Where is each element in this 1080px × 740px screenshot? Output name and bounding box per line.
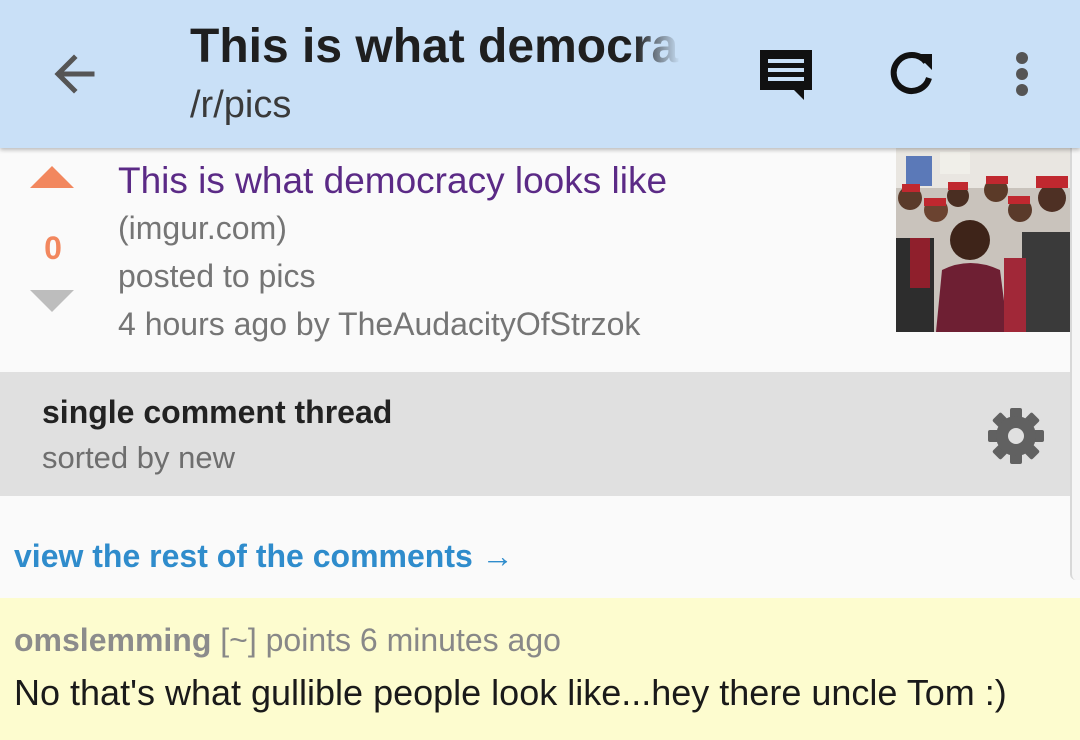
thumbnail-image	[896, 148, 1072, 332]
post-title[interactable]: This is what democracy looks like	[118, 158, 878, 204]
view-rest-comments-link[interactable]: view the rest of the comments →	[14, 538, 514, 575]
scrollbar[interactable]	[1070, 130, 1080, 580]
upvote-icon[interactable]	[30, 166, 74, 188]
thread-sort: sorted by new	[42, 440, 235, 475]
downvote-icon[interactable]	[30, 290, 74, 312]
refresh-icon	[890, 51, 932, 94]
post-meta: 4 hours ago by TheAudacityOfStrzok	[118, 306, 641, 342]
post-score: 0	[44, 230, 62, 266]
thread-settings-button[interactable]	[984, 404, 1048, 468]
gear-icon	[988, 408, 1044, 464]
comments-button[interactable]	[756, 44, 816, 104]
back-arrow-icon	[54, 54, 95, 94]
back-button[interactable]	[44, 44, 104, 104]
page-title: This is what democracy looks like	[190, 20, 680, 73]
post-row: 0 This is what democracy looks like (img…	[0, 148, 1080, 372]
overflow-menu-button[interactable]	[992, 44, 1052, 104]
comment-age: 6 minutes ago	[359, 622, 561, 658]
post-subreddit: posted to pics	[118, 258, 316, 294]
post-domain: (imgur.com)	[118, 210, 287, 246]
comment-header: omslemming [~] points 6 minutes ago	[14, 622, 561, 659]
more-vert-icon	[1016, 52, 1028, 96]
comment-body: No that's what gullible people look like…	[14, 672, 1007, 713]
app-bar: This is what democracy looks like /r/pic…	[0, 0, 1080, 148]
comment-points: [~] points	[220, 622, 352, 658]
thread-title: single comment thread	[42, 394, 393, 430]
title-block: This is what democracy looks like /r/pic…	[190, 18, 690, 128]
thread-header: single comment thread sorted by new	[0, 372, 1080, 496]
page-subtitle[interactable]: /r/pics	[190, 82, 690, 128]
post-info[interactable]: This is what democracy looks like (imgur…	[118, 158, 878, 348]
comment-item[interactable]: omslemming [~] points 6 minutes ago No t…	[0, 598, 1080, 740]
comment-author[interactable]: omslemming	[14, 622, 211, 658]
post-thumbnail[interactable]	[896, 148, 1072, 332]
comments-icon	[760, 50, 812, 100]
refresh-button[interactable]	[882, 44, 942, 104]
